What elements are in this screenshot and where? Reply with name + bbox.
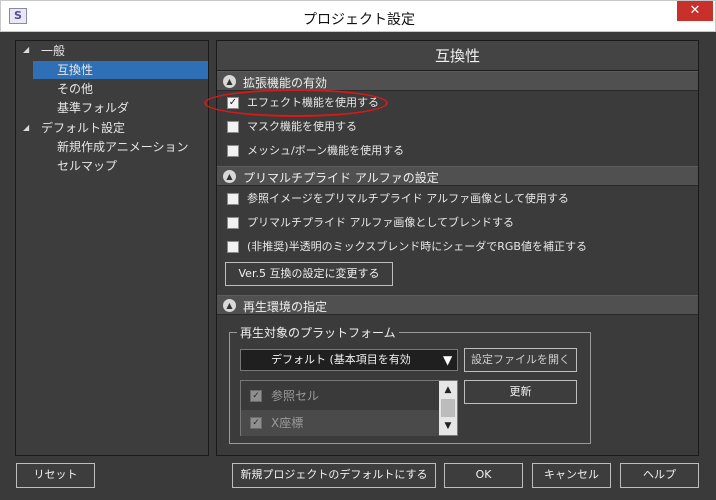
tree-item-general[interactable]: 一般: [41, 42, 206, 60]
checkbox-label: メッシュ/ボーン機能を使用する: [247, 144, 405, 157]
collapse-icon[interactable]: ▲: [223, 75, 236, 88]
checkbox[interactable]: [227, 241, 239, 253]
tree-item-default-settings[interactable]: デフォルト設定: [41, 119, 125, 137]
tree-item-new-animation[interactable]: 新規作成アニメーション: [57, 138, 189, 156]
cancel-button[interactable]: キャンセル: [532, 463, 611, 488]
groupbox-title: 再生対象のプラットフォーム: [237, 324, 399, 341]
ok-button[interactable]: OK: [444, 463, 523, 488]
tree-item-cell-map[interactable]: セルマップ: [57, 157, 117, 175]
checkbox[interactable]: [227, 145, 239, 157]
checkbox-checked[interactable]: ✓: [250, 390, 262, 402]
section-extensions[interactable]: ▲ 拡張機能の有効: [217, 71, 698, 91]
section-premultiplied[interactable]: ▲ プリマルチプライド アルファの設定: [217, 166, 698, 186]
section-label: 再生環境の指定: [243, 300, 328, 314]
close-button[interactable]: ✕: [677, 1, 713, 21]
make-default-button[interactable]: 新規プロジェクトのデフォルトにする: [232, 463, 436, 488]
scroll-up-icon[interactable]: ▲: [439, 381, 457, 399]
scroll-down-icon[interactable]: ▼: [439, 417, 457, 435]
update-button[interactable]: 更新: [464, 380, 577, 404]
collapse-icon[interactable]: ▲: [223, 170, 236, 183]
section-playback[interactable]: ▲ 再生環境の指定: [217, 295, 698, 315]
scroll-thumb[interactable]: [441, 399, 455, 417]
list-item-label: X座標: [271, 416, 304, 430]
checkbox[interactable]: [227, 217, 239, 229]
title-bar: S プロジェクト設定 ✕: [0, 0, 716, 32]
list-item-label: 参照セル: [271, 389, 320, 403]
section-label: プリマルチプライド アルファの設定: [243, 171, 439, 185]
expand-arrow-icon[interactable]: ◢: [23, 123, 29, 132]
tree-item-compatibility[interactable]: 互換性: [33, 61, 208, 79]
ver5-compat-button[interactable]: Ver.5 互換の設定に変更する: [225, 262, 393, 286]
checkbox[interactable]: [227, 121, 239, 133]
checkbox-checked[interactable]: ✓: [250, 417, 262, 429]
checkbox-label: (非推奨)半透明のミックスブレンド時にシェーダでRGB値を補正する: [247, 240, 587, 253]
checkbox[interactable]: [227, 193, 239, 205]
panel-title: 互換性: [217, 41, 698, 71]
checkbox-label: プリマルチプライド アルファ画像としてブレンドする: [247, 216, 515, 229]
help-button[interactable]: ヘルプ: [620, 463, 699, 488]
open-settings-file-button[interactable]: 設定ファイルを開く: [464, 348, 577, 372]
platform-items-list[interactable]: ✓ 参照セル ✓ X座標 ▲ ▼: [240, 380, 458, 436]
tree-item-base-folder[interactable]: 基準フォルダ: [57, 99, 129, 117]
collapse-icon[interactable]: ▲: [223, 299, 236, 312]
window-title: プロジェクト設定: [303, 12, 415, 28]
platform-select[interactable]: デフォルト (基本項目を有効 ▼: [240, 349, 458, 371]
settings-tree: ◢ 一般 互換性 その他 基準フォルダ ◢ デフォルト設定 新規作成アニメーショ…: [15, 40, 209, 456]
expand-arrow-icon[interactable]: ◢: [23, 45, 29, 54]
reset-button[interactable]: リセット: [16, 463, 95, 488]
list-item[interactable]: ✓ X座標: [241, 410, 439, 436]
annotation-ellipse: [204, 89, 388, 117]
checkbox-label: マスク機能を使用する: [247, 120, 357, 133]
select-value: デフォルト (基本項目を有効: [271, 353, 411, 366]
tree-item-label: 互換性: [57, 63, 94, 77]
list-scrollbar[interactable]: ▲ ▼: [439, 381, 457, 435]
checkbox-label: 参照イメージをプリマルチプライド アルファ画像として使用する: [247, 192, 569, 205]
tree-item-other[interactable]: その他: [57, 80, 93, 98]
list-item[interactable]: ✓ 参照セル: [241, 383, 439, 409]
dropdown-arrow-icon[interactable]: ▼: [443, 350, 452, 370]
